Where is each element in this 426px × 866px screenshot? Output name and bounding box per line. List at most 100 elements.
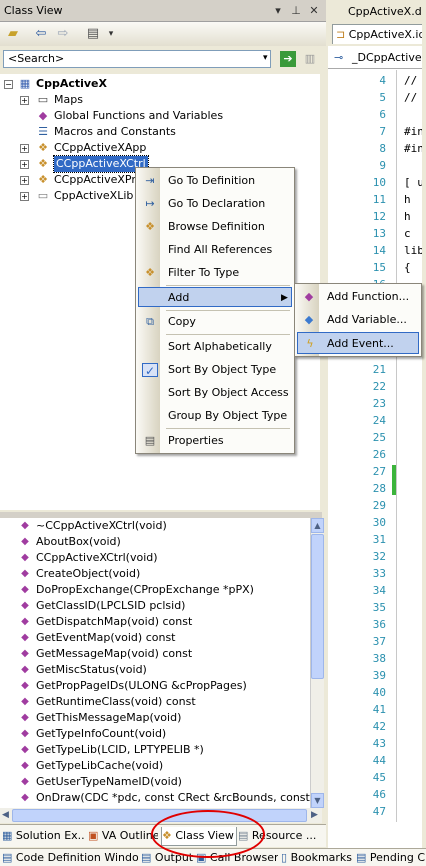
- menu-item-sort-alphabetically[interactable]: Sort Alphabetically: [138, 337, 292, 357]
- close-icon[interactable]: ✕: [306, 3, 322, 19]
- method-icon: ◆: [21, 616, 29, 627]
- clear-search-icon[interactable]: ▥: [302, 51, 318, 67]
- forward-arrow-icon[interactable]: ⇨: [54, 26, 72, 42]
- tree-root-label: CppActiveX: [36, 77, 107, 90]
- method-icon: ◆: [21, 776, 29, 787]
- tab-solution-explorer[interactable]: ▦ Solution Ex...: [2, 827, 84, 845]
- method-icon: ◆: [21, 520, 29, 531]
- line-number: 32: [372, 550, 386, 563]
- checkmark-icon: ✓: [142, 363, 158, 378]
- menu-item-sort-by-object-access[interactable]: Sort By Object Access: [138, 383, 292, 403]
- method-icon: ◆: [21, 792, 29, 803]
- submenu-item-add-variable[interactable]: ◆ Add Variable...: [297, 309, 419, 331]
- method-icon: ◆: [21, 728, 29, 739]
- file-icon: ⊐: [336, 28, 346, 41]
- line-number: 27: [372, 465, 386, 478]
- menu-item-sort-by-object-type[interactable]: ✓ Sort By Object Type: [138, 360, 292, 380]
- submenu-arrow-icon: ▶: [281, 293, 288, 303]
- search-row: <Search> ▾ ➔ ▥: [0, 48, 326, 72]
- go-to-definition-icon: ⇥: [145, 174, 155, 187]
- editor-tabs: CppActiveX.def ⊐ CppActiveX.idl: [328, 0, 426, 46]
- collapse-icon[interactable]: −: [4, 80, 13, 89]
- go-to-declaration-icon: ↦: [145, 197, 155, 210]
- scroll-left-icon[interactable]: ◀: [2, 810, 9, 820]
- tab-bookmarks[interactable]: ▯ Bookmarks: [281, 850, 353, 865]
- menu-item-go-to-declaration[interactable]: ↦ Go To Declaration: [138, 194, 292, 214]
- code-line[interactable]: //: [404, 74, 417, 87]
- type-combo[interactable]: ⊸ _DCppActiveX: [328, 48, 426, 69]
- folder-icon[interactable]: ▰: [4, 26, 22, 42]
- line-number: 37: [372, 635, 386, 648]
- class-view-toolbar: ▰ ⇦ ⇨ ▤ ▾: [0, 22, 326, 46]
- line-number: 28: [372, 482, 386, 495]
- code-line[interactable]: #in: [404, 142, 424, 155]
- method-icon: ◆: [21, 664, 29, 675]
- expand-icon[interactable]: +: [20, 176, 29, 185]
- code-line[interactable]: #in: [404, 125, 424, 138]
- search-dropdown-icon[interactable]: ▾: [263, 53, 268, 63]
- line-number: 23: [372, 397, 386, 410]
- line-number: 8: [379, 142, 386, 155]
- tree-item-label: CCppActiveXPro: [54, 173, 143, 186]
- tab-idl-file[interactable]: ⊐ CppActiveX.idl: [332, 24, 426, 44]
- menu-item-browse-definition[interactable]: ❖ Browse Definition: [138, 217, 292, 237]
- go-search-icon[interactable]: ➔: [280, 51, 296, 67]
- code-line[interactable]: [ u: [404, 176, 424, 189]
- output-icon: ▤: [141, 851, 152, 864]
- menu-item-go-to-definition[interactable]: ⇥ Go To Definition: [138, 171, 292, 191]
- line-number: 45: [372, 771, 386, 784]
- scroll-thumb[interactable]: [311, 534, 324, 679]
- dropdown-icon[interactable]: ▾: [270, 3, 286, 19]
- line-number: 43: [372, 737, 386, 750]
- expand-icon[interactable]: +: [20, 160, 29, 169]
- line-number: 26: [372, 448, 386, 461]
- expand-icon[interactable]: +: [20, 144, 29, 153]
- code-line[interactable]: lib: [404, 244, 424, 257]
- code-line[interactable]: {: [404, 261, 411, 274]
- annotation-circle: [151, 810, 265, 858]
- menu-item-group-by-object-type[interactable]: Group By Object Type: [138, 406, 292, 426]
- expand-icon[interactable]: +: [20, 192, 29, 201]
- submenu-item-add-event[interactable]: ϟ Add Event...: [297, 332, 419, 354]
- back-arrow-icon[interactable]: ⇦: [32, 26, 50, 42]
- line-number: 12: [372, 210, 386, 223]
- line-number: 46: [372, 788, 386, 801]
- code-line[interactable]: c: [404, 227, 411, 240]
- code-line[interactable]: h: [404, 210, 411, 223]
- menu-separator: [166, 334, 290, 335]
- search-input[interactable]: <Search>: [3, 50, 271, 68]
- solution-icon: ▦: [2, 829, 13, 842]
- line-number: 24: [372, 414, 386, 427]
- line-number: 31: [372, 533, 386, 546]
- class-view-titlebar: Class View ▾ ⊥ ✕: [0, 0, 326, 22]
- code-line[interactable]: //: [404, 91, 417, 104]
- settings-icon[interactable]: ▤: [84, 26, 102, 42]
- menu-item-filter-to-type[interactable]: ❖ Filter To Type: [138, 263, 292, 283]
- macros-icon: ☰: [38, 125, 48, 138]
- line-number: 44: [372, 754, 386, 767]
- settings-dropdown-icon[interactable]: ▾: [102, 26, 120, 42]
- outline-margin: [396, 70, 397, 822]
- outline-icon: ▣: [88, 829, 99, 842]
- menu-item-find-all-references[interactable]: Find All References: [138, 240, 292, 260]
- scroll-right-icon[interactable]: ▶: [311, 810, 318, 820]
- method-icon: ◆: [21, 712, 29, 723]
- pin-icon[interactable]: ⊥: [288, 3, 304, 19]
- tab-def-file[interactable]: CppActiveX.def: [348, 4, 426, 20]
- line-number: 33: [372, 567, 386, 580]
- submenu-item-add-function[interactable]: ◆ Add Function...: [297, 286, 419, 308]
- members-vertical-scrollbar[interactable]: ▲ ▼: [310, 518, 324, 808]
- line-number: 47: [372, 805, 386, 818]
- scroll-up-icon[interactable]: ▲: [311, 518, 324, 533]
- expand-icon[interactable]: +: [20, 96, 29, 105]
- tab-code-definition-window[interactable]: ▤ Code Definition Window: [2, 850, 138, 865]
- menu-item-properties[interactable]: ▤ Properties: [138, 431, 292, 451]
- tab-va-outline[interactable]: ▣ VA Outline: [88, 827, 158, 845]
- menu-item-add[interactable]: Add ▶: [138, 287, 292, 307]
- menu-item-copy[interactable]: ⧉ Copy: [138, 312, 292, 332]
- scroll-down-icon[interactable]: ▼: [311, 793, 324, 808]
- line-number: 9: [379, 159, 386, 172]
- interface-icon: ⊸: [334, 51, 344, 64]
- code-line[interactable]: h: [404, 193, 411, 206]
- tab-pending-checkins[interactable]: ▤ Pending Ch: [356, 850, 426, 865]
